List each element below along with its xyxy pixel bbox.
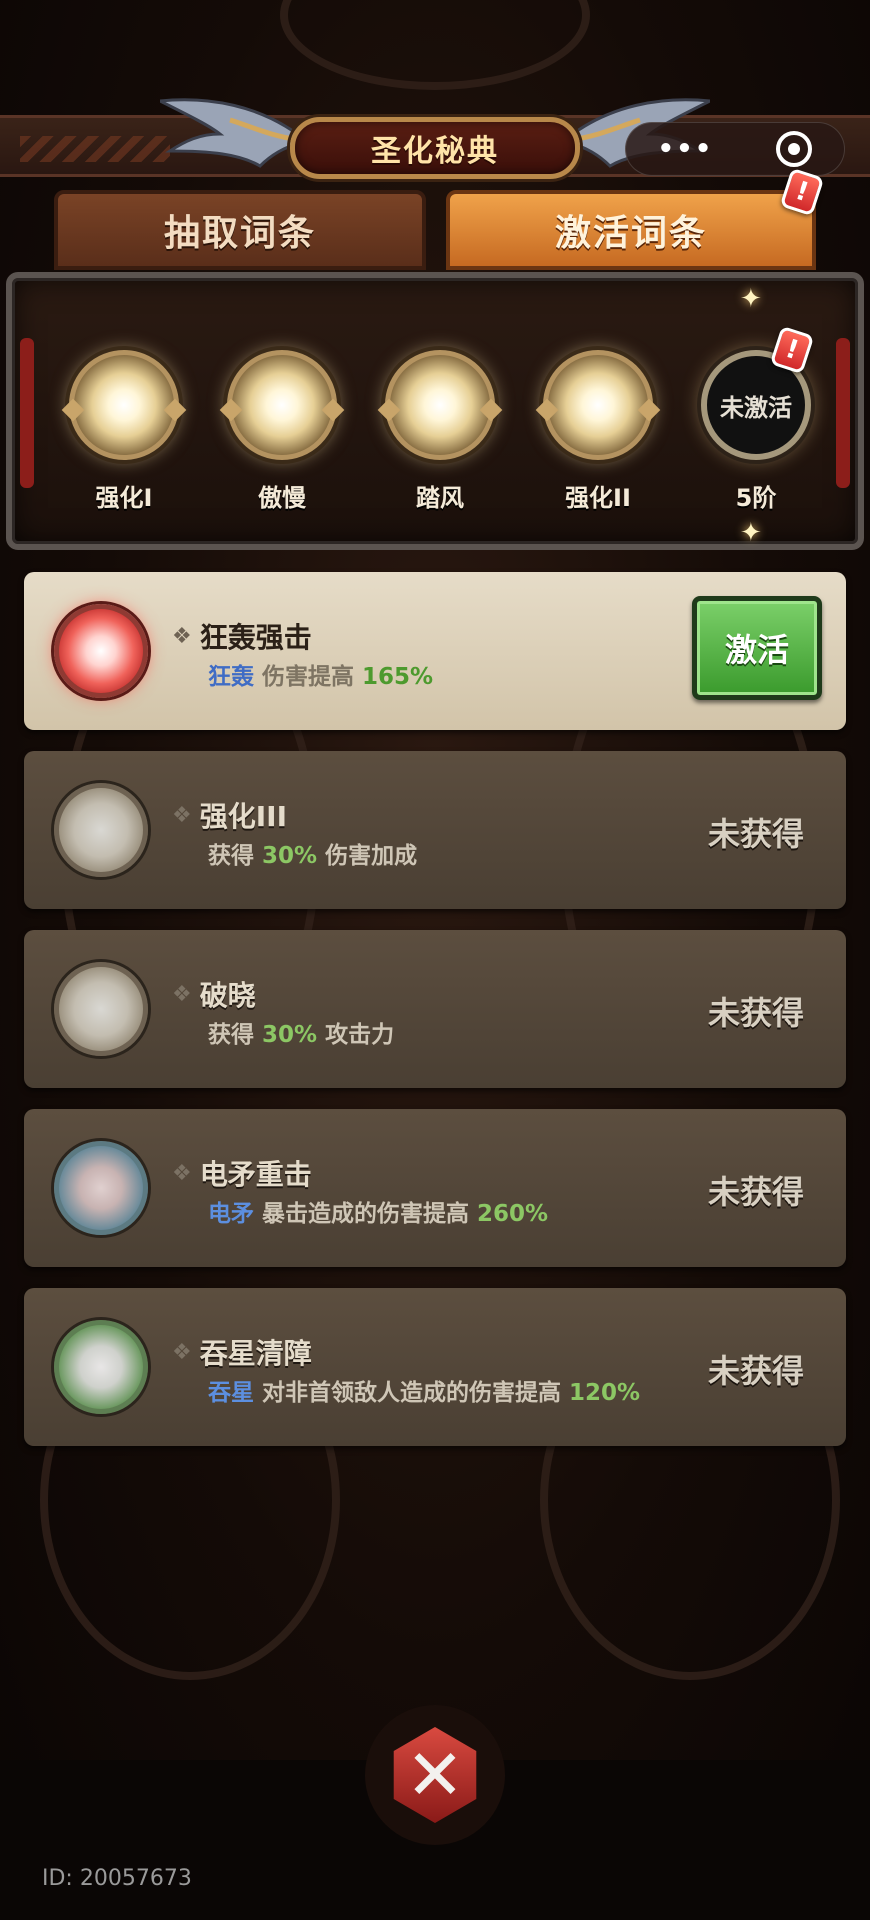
entry-gem-icon [54,1141,148,1235]
diamond-bullet-icon: ❖ [172,802,192,828]
entry-value: 30% [262,843,318,869]
panel-side-decoration [20,338,34,488]
rank-progress-panel: 强化I 傲慢 踏风 强化II 未激活 5阶 ✦ ✦ [6,272,864,550]
entry-status: 未获得 [707,1352,804,1390]
tab-label: 激活词条 [554,213,707,254]
entry-gem-icon [54,1320,148,1414]
game-screen: 圣化秘典 ••• 抽取词条 激活词条 ! 强化I 傲慢 踏风 强化II 未激活 … [0,0,870,1920]
rank-orb-activated [61,350,187,460]
entry-description: 电矛 暴击造成的伤害提高 260% [208,1197,668,1231]
sparkle-icon: ✦ [740,284,762,314]
entry-value: 260% [477,1201,549,1227]
rank-label: 傲慢 [258,484,306,512]
entry-title: ❖ 电矛重击 [172,1153,312,1193]
entry-title: ❖ 狂轰强击 [172,616,312,656]
entry-text: 伤害加成 [325,843,418,869]
entry-value: 165% [362,664,434,690]
diamond-bullet-icon: ❖ [172,1160,192,1186]
close-button[interactable]: ✕ [365,1705,505,1845]
entry-keyword: 吞星 [208,1380,254,1406]
entry-description: 狂轰 伤害提高 165% [208,660,668,694]
rank-orb-activated [377,350,503,460]
entry-status: 未获得 [707,1173,804,1211]
entry-name: 电矛重击 [199,1158,312,1191]
rank-label: 强化I [95,484,153,512]
entry-keyword: 狂轰 [208,664,254,690]
rank-label: 强化II [565,484,631,512]
rank-node-1[interactable]: 强化I [61,350,187,513]
entry-title: ❖ 破晓 [172,974,256,1014]
rank-node-3[interactable]: 踏风 [377,350,503,513]
entry-name: 狂轰强击 [199,621,312,654]
entry-prefix: 获得 [208,843,254,869]
entry-name: 吞星清障 [199,1337,312,1370]
entry-row-poxiao: ❖ 破晓 获得 30% 攻击力 未获得 [24,930,846,1088]
rank-node-4[interactable]: 强化II [535,350,661,513]
rank-label: 5阶 [735,484,777,512]
entry-keyword: 电矛 [208,1201,254,1227]
entry-status: 未获得 [707,815,804,853]
close-target-icon[interactable] [776,131,813,167]
rank-orb-activated [219,350,345,460]
tab-label: 抽取词条 [163,213,316,254]
diamond-bullet-icon: ❖ [172,981,192,1007]
entry-row-dianmao: ❖ 电矛重击 电矛 暴击造成的伤害提高 260% 未获得 [24,1109,846,1267]
entry-name: 破晓 [199,979,256,1012]
entry-row-qianghua3: ❖ 强化III 获得 30% 伤害加成 未获得 [24,751,846,909]
header-decoration [20,136,170,162]
left-wing-icon [160,98,300,168]
entry-gem-icon [54,783,148,877]
more-options-button[interactable]: ••• [658,134,714,164]
entry-title: ❖ 强化III [172,795,287,835]
entry-description: 吞星 对非首领敌人造成的伤害提高 120% [208,1376,668,1410]
entry-gem-icon [54,962,148,1056]
rank-label: 踏风 [416,484,464,512]
entry-row-tunxing: ❖ 吞星清障 吞星 对非首领敌人造成的伤害提高 120% 未获得 [24,1288,846,1446]
panel-side-decoration [836,338,850,488]
tab-activate-entries[interactable]: 激活词条 [446,190,816,270]
entry-text: 暴击造成的伤害提高 [262,1201,470,1227]
entry-name: 强化III [199,800,287,833]
orb-status-text: 未激活 [720,393,792,422]
entry-status: 未获得 [707,994,804,1032]
entry-prefix: 获得 [208,1022,254,1048]
diamond-bullet-icon: ❖ [172,623,192,649]
page-title: 圣化秘典 [371,134,499,169]
entry-text: 伤害提高 [262,664,355,690]
sparkle-icon: ✦ [740,518,762,548]
diamond-bullet-icon: ❖ [172,1339,192,1365]
entry-gem-icon [54,604,148,698]
rank-orb-activated [535,350,661,460]
crossed-swords-icon: ✕ [393,1727,477,1823]
player-id: ID: 20057673 [42,1866,192,1891]
mini-program-capsule: ••• [625,122,845,176]
entry-text: 对非首领敌人造成的伤害提高 [262,1380,562,1406]
rank-node-2[interactable]: 傲慢 [219,350,345,513]
entry-value: 30% [262,1022,318,1048]
title-plate: 圣化秘典 [290,117,580,179]
rank-node-5[interactable]: 未激活 5阶 [696,350,816,513]
activate-button[interactable]: 激活 [692,596,822,700]
entry-value: 120% [569,1380,641,1406]
tab-draw-entries[interactable]: 抽取词条 [54,190,426,270]
background-ornament [280,0,590,90]
entry-description: 获得 30% 攻击力 [208,1018,668,1052]
entry-title: ❖ 吞星清障 [172,1332,312,1372]
entry-row-kuanghong: ❖ 狂轰强击 狂轰 伤害提高 165% 激活 [24,572,846,730]
entry-text: 攻击力 [325,1022,395,1048]
entry-description: 获得 30% 伤害加成 [208,839,668,873]
